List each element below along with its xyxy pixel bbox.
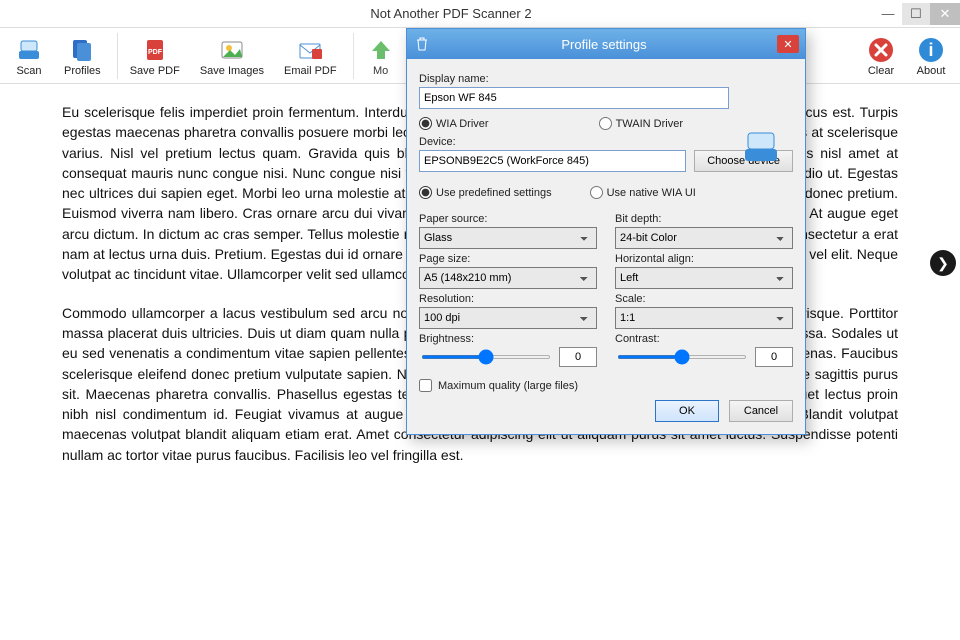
display-name-label: Display name:: [419, 73, 793, 85]
scale-select[interactable]: 1:1: [615, 307, 793, 329]
page-size-select[interactable]: A5 (148x210 mm): [419, 267, 597, 289]
save-images-label: Save Images: [200, 65, 264, 77]
device-label: Device:: [419, 136, 793, 148]
scan-button[interactable]: Scan: [6, 33, 52, 79]
ok-button[interactable]: OK: [655, 400, 719, 422]
window-maximize-button[interactable]: ☐: [902, 3, 930, 25]
about-label: About: [917, 65, 946, 77]
next-page-button[interactable]: ❯: [930, 250, 956, 276]
svg-text:i: i: [928, 40, 933, 60]
bit-depth-select[interactable]: 24-bit Color: [615, 227, 793, 249]
scanner-icon: [14, 35, 44, 65]
predefined-settings-radio[interactable]: Use predefined settings: [419, 186, 552, 199]
dialog-title: Profile settings: [431, 37, 777, 52]
window-minimize-button[interactable]: —: [874, 3, 902, 25]
clear-label: Clear: [868, 65, 894, 77]
arrow-up-icon: [366, 35, 396, 65]
window-title: Not Another PDF Scanner 2: [28, 6, 874, 21]
horizontal-align-select[interactable]: Left: [615, 267, 793, 289]
window-titlebar: Not Another PDF Scanner 2 — ☐ ✕: [0, 0, 960, 28]
trash-icon: [413, 37, 431, 51]
profiles-button[interactable]: Profiles: [56, 33, 109, 79]
wia-driver-radio[interactable]: WIA Driver: [419, 117, 489, 130]
about-button[interactable]: i About: [908, 33, 954, 79]
image-icon: [217, 35, 247, 65]
device-field: [419, 150, 686, 172]
horizontal-align-label: Horizontal align:: [615, 253, 793, 265]
cancel-button[interactable]: Cancel: [729, 400, 793, 422]
profile-settings-dialog: Profile settings ✕ Display name: WIA Dri…: [406, 28, 806, 435]
brightness-label: Brightness:: [419, 333, 597, 345]
dialog-titlebar: Profile settings ✕: [407, 29, 805, 59]
save-pdf-button[interactable]: PDF Save PDF: [117, 33, 188, 79]
clear-button[interactable]: Clear: [858, 33, 904, 79]
profiles-label: Profiles: [64, 65, 101, 77]
move-up-label: Mo: [373, 65, 388, 77]
brightness-value[interactable]: [559, 347, 597, 367]
display-name-input[interactable]: [419, 87, 729, 109]
dialog-close-button[interactable]: ✕: [777, 35, 799, 53]
contrast-value[interactable]: [755, 347, 793, 367]
info-icon: i: [916, 35, 946, 65]
scale-label: Scale:: [615, 293, 793, 305]
chevron-right-icon: ❯: [937, 255, 949, 272]
bit-depth-label: Bit depth:: [615, 213, 793, 225]
paper-source-select[interactable]: Glass: [419, 227, 597, 249]
page-size-label: Page size:: [419, 253, 597, 265]
scanner-illustration-icon: [741, 127, 781, 167]
native-wia-radio[interactable]: Use native WIA UI: [590, 186, 696, 199]
profiles-icon: [67, 35, 97, 65]
resolution-label: Resolution:: [419, 293, 597, 305]
contrast-label: Contrast:: [615, 333, 793, 345]
scan-label: Scan: [16, 65, 41, 77]
pdf-icon: PDF: [140, 35, 170, 65]
move-up-button[interactable]: Mo: [353, 33, 404, 79]
resolution-select[interactable]: 100 dpi: [419, 307, 597, 329]
email-icon: [295, 35, 325, 65]
email-pdf-button[interactable]: Email PDF: [276, 33, 345, 79]
titlebar-app-icon: [0, 0, 28, 28]
brightness-slider[interactable]: [421, 355, 551, 359]
clear-icon: [866, 35, 896, 65]
close-icon: ✕: [783, 38, 792, 51]
save-pdf-label: Save PDF: [130, 65, 180, 77]
svg-text:PDF: PDF: [148, 49, 163, 56]
paper-source-label: Paper source:: [419, 213, 597, 225]
window-close-button[interactable]: ✕: [930, 3, 960, 25]
contrast-slider[interactable]: [617, 355, 747, 359]
max-quality-checkbox[interactable]: Maximum quality (large files): [419, 379, 793, 392]
email-pdf-label: Email PDF: [284, 65, 337, 77]
twain-driver-radio[interactable]: TWAIN Driver: [599, 117, 683, 130]
save-images-button[interactable]: Save Images: [192, 33, 272, 79]
